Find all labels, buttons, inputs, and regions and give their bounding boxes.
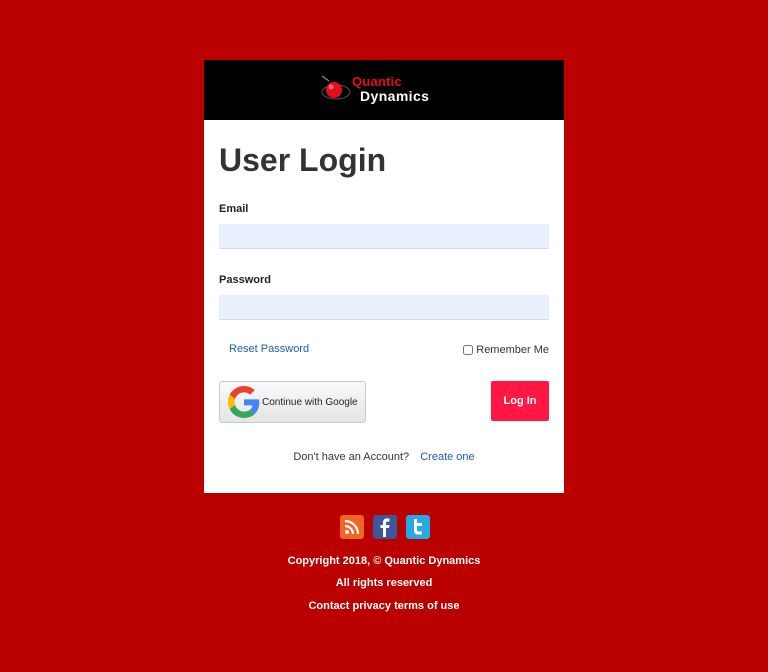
- brand-name-line1: Quantic: [352, 74, 402, 89]
- no-account-text: Don't have an Account?: [293, 451, 410, 463]
- google-signin-button[interactable]: Continue with Google: [219, 381, 366, 423]
- google-icon: [228, 386, 260, 418]
- copyright-text: Copyright 2018, © Quantic Dynamics: [287, 555, 481, 567]
- google-button-label: Continue with Google: [262, 396, 358, 408]
- social-links: [340, 515, 430, 539]
- logo-icon: [321, 75, 351, 100]
- login-button[interactable]: Log In: [491, 381, 549, 421]
- remember-me[interactable]: Remember Me: [463, 344, 549, 356]
- facebook-icon[interactable]: [373, 515, 397, 539]
- footer-link-terms[interactable]: terms of use: [394, 600, 459, 612]
- brand-name-line2: Dynamics: [360, 88, 430, 104]
- create-account-link[interactable]: Create one: [420, 451, 474, 463]
- twitter-icon[interactable]: [406, 515, 430, 539]
- brand-logo: Quantic Dynamics: [319, 70, 449, 110]
- remember-me-label: Remember Me: [476, 344, 549, 356]
- email-label: Email: [219, 203, 249, 215]
- rights-text: All rights reserved: [335, 577, 433, 589]
- footer-link-privacy[interactable]: privacy: [353, 600, 392, 612]
- remember-me-checkbox[interactable]: [463, 345, 474, 355]
- email-field[interactable]: [219, 224, 549, 249]
- card-header: Quantic Dynamics: [204, 60, 564, 120]
- login-card: Quantic Dynamics User Login Email Passwo…: [204, 60, 564, 493]
- footer-link-contact[interactable]: Contact: [308, 600, 349, 612]
- signup-prompt: Don't have an Account? Create one: [204, 451, 564, 463]
- password-label: Password: [219, 274, 271, 286]
- password-field[interactable]: [219, 295, 549, 320]
- reset-password-link[interactable]: Reset Password: [229, 343, 309, 355]
- page-title: User Login: [219, 142, 387, 178]
- rss-icon[interactable]: [340, 515, 364, 539]
- footer-links: Contact privacy terms of use: [0, 600, 768, 612]
